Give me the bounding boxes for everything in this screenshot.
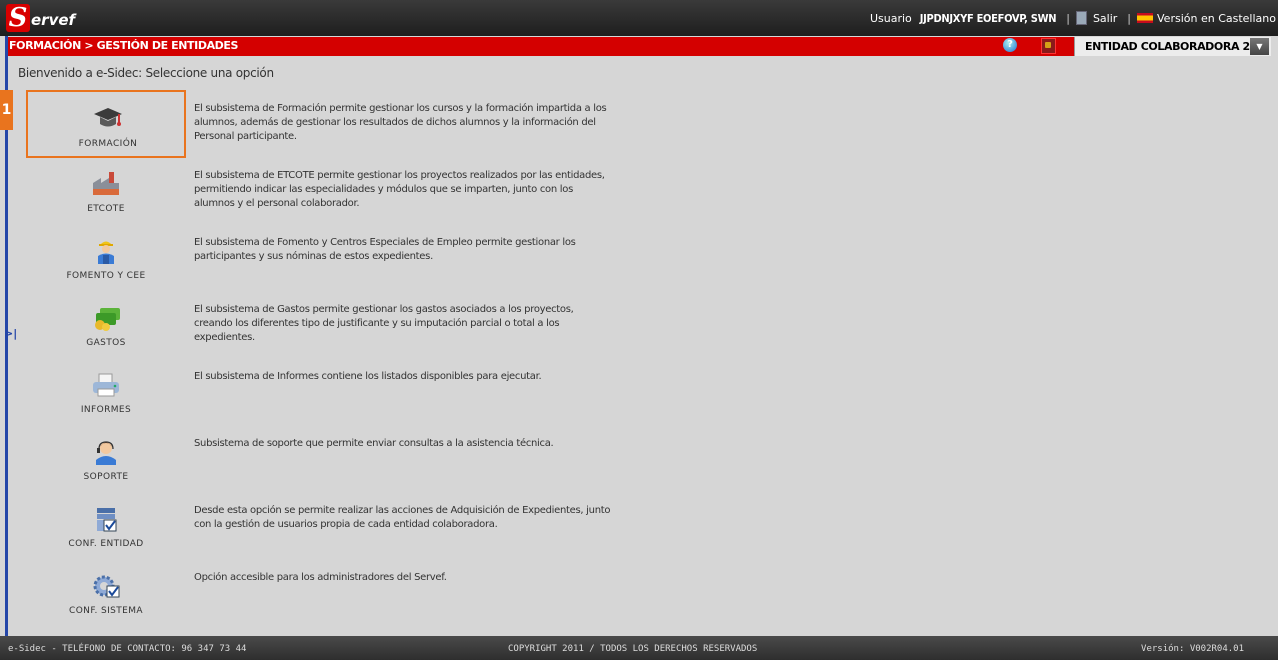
menu-item-label: INFORMES bbox=[80, 405, 132, 415]
entity-config-icon bbox=[97, 508, 117, 532]
menu-item-label: ETCOTE bbox=[87, 204, 125, 214]
logo-initial: S bbox=[6, 4, 30, 32]
money-icon bbox=[95, 308, 120, 331]
support-agent-icon bbox=[96, 441, 116, 465]
informes-button[interactable]: INFORMES bbox=[26, 358, 186, 425]
conf-sistema-button[interactable]: CONF. SISTEMA bbox=[26, 559, 186, 626]
menu-item-description: El subsistema de Fomento y Centros Espec… bbox=[194, 237, 576, 262]
entity-selected-value: ENTIDAD COLABORADORA 2 bbox=[1085, 40, 1250, 53]
logo-text: ervef bbox=[31, 11, 76, 29]
logout-link[interactable]: Salir bbox=[1093, 12, 1117, 25]
system-config-icon bbox=[93, 575, 120, 598]
subsystem-menu: FORMACIÓN El subsistema de Formación per… bbox=[26, 90, 626, 626]
menu-item-description: El subsistema de ETCOTE permite gestiona… bbox=[194, 170, 605, 209]
menu-item-description: Opción accesible para los administradore… bbox=[194, 572, 447, 583]
chevron-down-icon[interactable]: ▼ bbox=[1250, 38, 1269, 55]
conf-entidad-button[interactable]: CONF. ENTIDAD bbox=[26, 492, 186, 559]
separator: | bbox=[1066, 11, 1070, 25]
gastos-button[interactable]: GASTOS bbox=[26, 291, 186, 358]
separator: | bbox=[1127, 11, 1132, 25]
worker-icon bbox=[98, 241, 114, 264]
language-link[interactable]: Versión en Castellano bbox=[1157, 12, 1276, 25]
spain-flag-icon[interactable] bbox=[1137, 13, 1154, 23]
user-bar: Usuario JJPDNJXYF EOEFOVP, SWN | Salir |… bbox=[870, 0, 1276, 36]
menu-item-label: FOMENTO Y CEE bbox=[66, 271, 146, 281]
menu-item-description: El subsistema de Informes contiene los l… bbox=[194, 371, 542, 382]
menu-item-description: El subsistema de Gastos permite gestiona… bbox=[194, 304, 574, 343]
footer: e-Sidec - TELÉFONO DE CONTACTO: 96 347 7… bbox=[0, 636, 1278, 660]
menu-item-conf-entidad: CONF. ENTIDAD Desde esta opción se permi… bbox=[26, 492, 626, 559]
etcote-button[interactable]: ETCOTE bbox=[26, 157, 186, 224]
footer-copyright: COPYRIGHT 2011 / TODOS LOS DERECHOS RESE… bbox=[508, 644, 758, 654]
menu-item-label: GASTOS bbox=[86, 338, 126, 348]
soporte-button[interactable]: SOPORTE bbox=[26, 425, 186, 492]
footer-contact: e-Sidec - TELÉFONO DE CONTACTO: 96 347 7… bbox=[8, 644, 247, 654]
menu-item-gastos: GASTOS El subsistema de Gastos permite g… bbox=[26, 291, 626, 358]
logout-door-icon[interactable] bbox=[1075, 11, 1087, 25]
menu-item-description: Desde esta opción se permite realizar la… bbox=[194, 505, 611, 530]
menu-item-etcote: ETCOTE El subsistema de ETCOTE permite g… bbox=[26, 157, 626, 224]
exit-icon[interactable] bbox=[1041, 38, 1056, 54]
menu-item-label: FORMACIÓN bbox=[78, 139, 138, 149]
user-label: Usuario bbox=[869, 11, 912, 25]
menu-item-label: SOPORTE bbox=[83, 472, 129, 482]
breadcrumb-bar: FORMACIÓN > GESTIÓN DE ENTIDADES ? ENTID… bbox=[8, 37, 1271, 56]
menu-item-informes: INFORMES El subsistema de Informes conti… bbox=[26, 358, 626, 425]
graduation-cap-icon bbox=[94, 108, 122, 127]
fomento-button[interactable]: FOMENTO Y CEE bbox=[26, 224, 186, 291]
menu-item-description: El subsistema de Formación permite gesti… bbox=[194, 103, 607, 142]
printer-icon bbox=[93, 373, 119, 397]
menu-item-label: CONF. SISTEMA bbox=[69, 606, 143, 616]
menu-item-formacion: FORMACIÓN El subsistema de Formación per… bbox=[26, 90, 626, 158]
factory-icon bbox=[93, 172, 119, 195]
menu-item-conf-sistema: CONF. SISTEMA Opción accesible para los … bbox=[26, 559, 626, 626]
menu-item-soporte: SOPORTE Subsistema de soporte que permit… bbox=[26, 425, 626, 492]
menu-item-label: CONF. ENTIDAD bbox=[68, 539, 144, 549]
menu-item-fomento: FOMENTO Y CEE El subsistema de Fomento y… bbox=[26, 224, 626, 291]
menu-item-description: Subsistema de soporte que permite enviar… bbox=[194, 438, 554, 449]
top-bar: S ervef Usuario JJPDNJXYF EOEFOVP, SWN |… bbox=[0, 0, 1278, 36]
servef-logo: S ervef bbox=[6, 4, 75, 32]
footer-version: Versión: V002R04.01 bbox=[1141, 644, 1244, 654]
sidebar-expand-icon[interactable]: >| bbox=[4, 327, 17, 340]
breadcrumb: FORMACIÓN > GESTIÓN DE ENTIDADES bbox=[9, 39, 239, 52]
formacion-button[interactable]: FORMACIÓN bbox=[26, 90, 186, 158]
entity-selector[interactable]: ENTIDAD COLABORADORA 2 ▼ bbox=[1074, 37, 1271, 56]
user-name: JJPDNJXYF EOEFOVP, SWN bbox=[919, 11, 1057, 25]
step-marker: 1 bbox=[0, 90, 13, 130]
welcome-message: Bienvenido a e-Sidec: Seleccione una opc… bbox=[18, 66, 274, 80]
help-icon[interactable]: ? bbox=[1003, 38, 1017, 52]
